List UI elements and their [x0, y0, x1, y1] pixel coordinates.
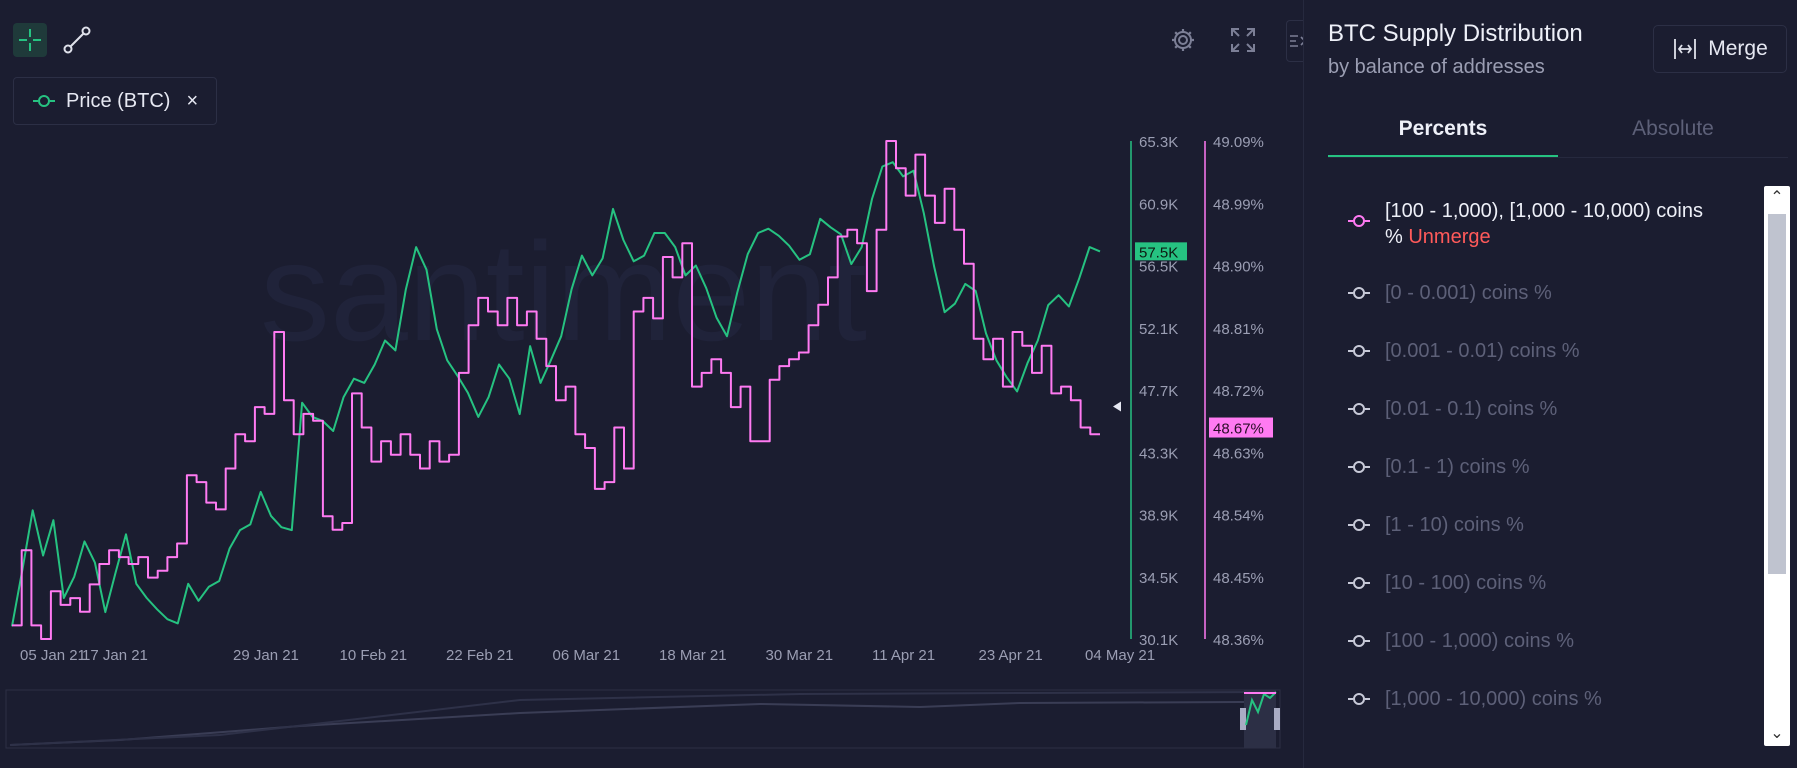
navigator[interactable] — [5, 689, 1281, 749]
line-metric-icon — [1348, 345, 1370, 357]
tab-percents[interactable]: Percents — [1328, 100, 1558, 158]
price-tick-label: 52.1K — [1139, 321, 1178, 338]
percent-tick-label: 48.99% — [1213, 196, 1264, 213]
scroll-thumb[interactable] — [1768, 214, 1786, 574]
line-metric-icon — [1348, 519, 1370, 531]
list-item-label: [0 - 0.001) coins % — [1385, 282, 1552, 304]
supply-distribution-panel: BTC Supply Distribution by balance of ad… — [1303, 0, 1797, 768]
percent-tick-label: 48.63% — [1213, 445, 1264, 462]
list-item[interactable]: [100 - 1,000), [1,000 - 10,000) coins % … — [1347, 198, 1715, 250]
x-tick-label: 05 Jan 21 — [20, 647, 86, 664]
current-price-label: 57.5K — [1139, 244, 1178, 261]
x-tick-label: 30 Mar 21 — [766, 647, 834, 664]
chevron-down-icon[interactable]: ⌄ — [1764, 722, 1790, 746]
unmerge-link[interactable]: Unmerge — [1408, 226, 1490, 248]
price-tick-label: 38.9K — [1139, 508, 1178, 525]
percent-tick-label: 48.81% — [1213, 321, 1264, 338]
x-tick-label: 11 Apr 21 — [872, 647, 935, 664]
x-tick-label: 10 Feb 21 — [340, 647, 408, 664]
x-tick-label: 04 May 21 — [1085, 647, 1155, 664]
list-item-label: [0.01 - 0.1) coins % — [1385, 398, 1558, 420]
panel-subtitle: by balance of addresses — [1328, 56, 1545, 78]
tab-absolute[interactable]: Absolute — [1558, 100, 1788, 158]
x-tick-label: 18 Mar 21 — [659, 647, 727, 664]
navigator-line — [9, 691, 1276, 746]
line-metric-icon — [1348, 577, 1370, 589]
price-tick-label: 65.3K — [1139, 134, 1178, 151]
x-tick-label: 22 Feb 21 — [446, 647, 514, 664]
line-metric-icon — [1348, 403, 1370, 415]
line-metric-icon — [1348, 635, 1370, 647]
line-metric-icon — [1348, 287, 1370, 299]
list-item[interactable]: [0 - 0.001) coins % — [1347, 280, 1552, 306]
percent-tick-label: 48.54% — [1213, 508, 1264, 525]
hover-marker-icon — [1113, 401, 1121, 412]
list-item-label: [10 - 100) coins % — [1385, 572, 1547, 594]
price-chart[interactable]: santiment 65.3K60.9K56.5K52.1K47.7K43.3K… — [0, 0, 1300, 768]
tabs-divider — [1328, 157, 1788, 158]
scrollbar[interactable]: ⌃ ⌄ — [1764, 186, 1790, 746]
percent-tick-label: 49.09% — [1213, 134, 1264, 151]
list-item-label: [100 - 1,000) coins % — [1385, 630, 1574, 652]
list-item-label: [0.1 - 1) coins % — [1385, 456, 1530, 478]
price-tick-label: 43.3K — [1139, 445, 1178, 462]
panel-title: BTC Supply Distribution — [1328, 20, 1583, 47]
line-metric-icon — [1348, 693, 1370, 705]
navigator-window[interactable] — [1244, 690, 1276, 748]
list-item[interactable]: [0.01 - 0.1) coins % — [1347, 396, 1557, 422]
navigator-handle-left[interactable] — [1240, 708, 1246, 730]
watermark: santiment — [260, 213, 867, 370]
navigator-handle-right[interactable] — [1274, 708, 1280, 730]
merge-button[interactable]: Merge — [1653, 25, 1787, 73]
x-tick-label: 23 Apr 21 — [979, 647, 1043, 664]
line-metric-icon — [1348, 461, 1370, 473]
price-tick-label: 47.7K — [1139, 383, 1178, 400]
percent-tick-label: 48.72% — [1213, 383, 1264, 400]
merge-label: Merge — [1708, 37, 1768, 60]
current-percent-label: 48.67% — [1213, 421, 1264, 438]
price-tick-label: 60.9K — [1139, 196, 1178, 213]
price-tick-label: 34.5K — [1139, 570, 1178, 587]
merge-icon — [1674, 39, 1697, 59]
list-item[interactable]: [100 - 1,000) coins % — [1347, 628, 1574, 654]
chevron-up-icon[interactable]: ⌃ — [1764, 186, 1790, 210]
list-item-label: [1,000 - 10,000) coins % — [1385, 688, 1602, 710]
x-tick-label: 06 Mar 21 — [553, 647, 621, 664]
percent-tick-label: 48.90% — [1213, 259, 1264, 276]
list-item-label: [0.001 - 0.01) coins % — [1385, 340, 1580, 362]
line-metric-icon — [1348, 215, 1370, 227]
percent-tick-label: 48.45% — [1213, 570, 1264, 587]
list-item-label: [1 - 10) coins % — [1385, 514, 1524, 536]
x-tick-label: 17 Jan 21 — [82, 647, 148, 664]
list-item[interactable]: [1,000 - 10,000) coins % — [1347, 686, 1602, 712]
list-item[interactable]: [0.1 - 1) coins % — [1347, 454, 1530, 480]
list-item[interactable]: [1 - 10) coins % — [1347, 512, 1524, 538]
list-item[interactable]: [0.001 - 0.01) coins % — [1347, 338, 1580, 364]
percent-tick-label: 48.36% — [1213, 632, 1264, 649]
list-item[interactable]: [10 - 100) coins % — [1347, 570, 1546, 596]
navigator-line — [9, 701, 1275, 746]
x-tick-label: 29 Jan 21 — [233, 647, 299, 664]
